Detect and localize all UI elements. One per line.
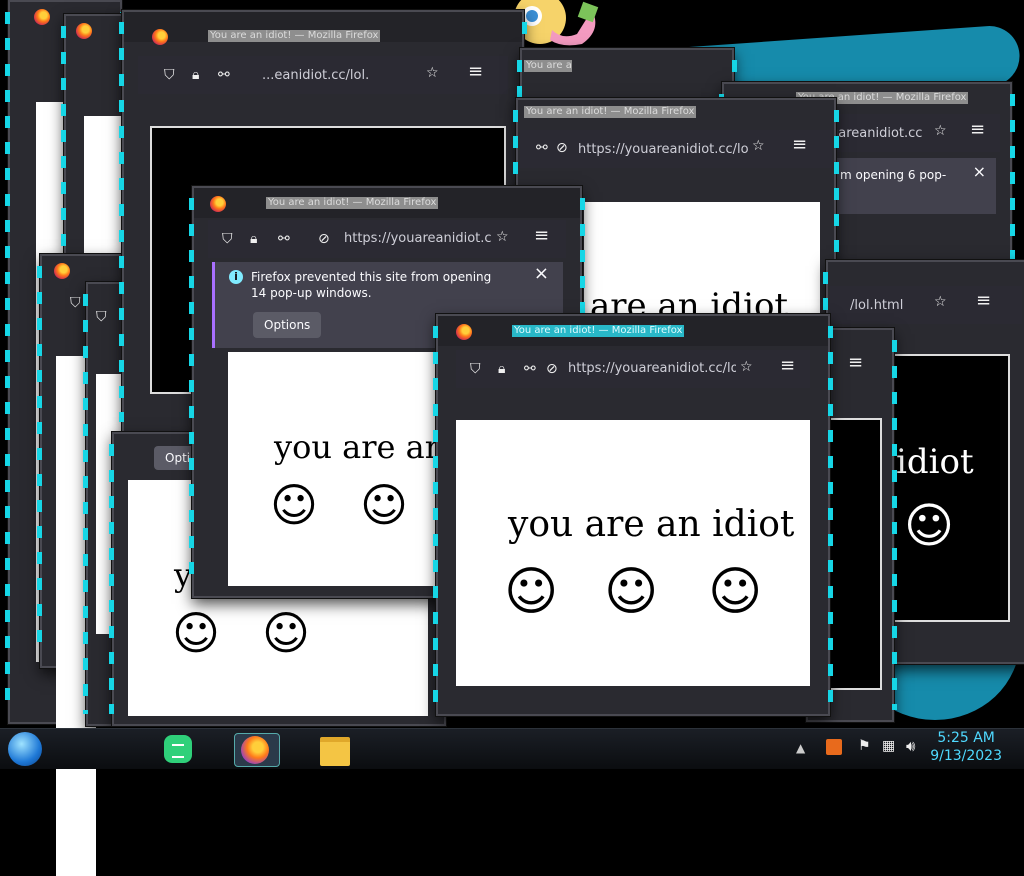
page-content: you are an idiot ☺ ☺ ☺ [456, 420, 810, 686]
network-icon[interactable]: ▦ [882, 738, 895, 754]
permissions-icon[interactable]: ⚯ [536, 141, 548, 155]
start-button[interactable] [8, 732, 42, 766]
nav-bar: ⛉ 🔒︎ ⚯ ...eanidiot.cc/lol. ☆ ≡ [138, 56, 508, 94]
notification-message: m opening 6 pop- [840, 168, 947, 182]
lock-icon[interactable]: 🔒︎ [250, 232, 257, 246]
firefox-icon [152, 29, 168, 45]
smiley-icon: ☺ [360, 478, 408, 532]
nav-bar: ⛉ 🔒︎ ⚯ ⊘ https://youareanidiot.cc/lol. ☆… [456, 350, 810, 388]
url-text[interactable]: /lol.html [850, 298, 920, 313]
menu-icon[interactable]: ≡ [468, 63, 483, 81]
flag-icon[interactable]: ⚑ [858, 738, 871, 754]
firefox-icon [54, 263, 70, 279]
info-icon: i [229, 270, 243, 284]
bookmark-star-icon[interactable]: ☆ [934, 295, 947, 309]
nav-bar: ⚯ ⊘ https://youareanidiot.cc/lol. ☆ ≡ [520, 130, 832, 168]
bookmark-star-icon[interactable]: ☆ [752, 139, 765, 153]
clock[interactable]: 5:25 AM 9/13/2023 [930, 729, 1002, 765]
lock-icon[interactable]: 🔒︎ [498, 362, 505, 376]
nav-bar: ⛉ 🔒︎ ⚯ ⊘ https://youareanidiot.cc ☆ ≡ [208, 220, 566, 258]
taskbar: ▲ ⚑ ▦ 🔊︎ 5:25 AM 9/13/2023 [0, 728, 1024, 769]
page-content: you are an ☺ ☺ [228, 352, 445, 586]
smiley-icon: ☺ [270, 478, 318, 532]
window-title: You are an idiot! — Mozilla Firefox [266, 197, 439, 209]
firefox-icon [76, 23, 92, 39]
bookmark-star-icon[interactable]: ☆ [496, 230, 509, 244]
title-bar[interactable]: You are an idiot! — Mozilla Firefox [194, 188, 580, 218]
menu-icon[interactable]: ≡ [848, 354, 863, 372]
url-text[interactable]: https://youareanidiot.cc/lol. [578, 142, 748, 157]
title-bar[interactable]: You are an idiot! — Mozilla Firefox [124, 12, 522, 45]
notes-lines-icon [172, 744, 184, 758]
notes-app-button[interactable] [162, 733, 196, 765]
close-icon[interactable]: × [534, 265, 549, 283]
url-text[interactable]: https://youareanidiot.cc/lol. [568, 361, 736, 376]
smiley-icon: ☺ [708, 562, 763, 622]
firefox-icon [34, 9, 50, 25]
window-title: You are an idiot! — Mozilla Firefox [208, 30, 381, 42]
nav-bar: uareanidiot.cc ☆ ≡ [824, 114, 1000, 152]
tracking-off-icon[interactable]: ⊘ [556, 141, 568, 155]
url-text[interactable]: uareanidiot.cc [830, 126, 930, 141]
bookmark-star-icon[interactable]: ☆ [426, 66, 439, 80]
bookmark-star-icon[interactable]: ☆ [934, 124, 947, 138]
window-title: You are an idiot! — Mozilla Firefox [524, 106, 697, 118]
menu-icon[interactable]: ≡ [792, 136, 807, 154]
smiley-icon: ☺ [262, 606, 310, 660]
title-bar[interactable]: You are an idiot! — Mozilla Firefox [438, 316, 828, 346]
bookmark-star-icon[interactable]: ☆ [740, 360, 753, 374]
window-title: You are an idiot! — Mozilla Firefox [524, 60, 572, 72]
browser-window-active[interactable]: You are an idiot! — Mozilla Firefox ⛉ 🔒︎… [433, 314, 833, 716]
options-button[interactable]: Options [253, 312, 322, 338]
file-explorer-button[interactable] [318, 733, 352, 766]
idiot-text: you are an idiot [508, 504, 795, 545]
idiot-text: you are an [274, 428, 446, 466]
shield-icon: ⛉ [96, 309, 107, 325]
shield-icon: ⛉ [70, 295, 81, 311]
clock-time: 5:25 AM [937, 730, 995, 746]
menu-icon[interactable]: ≡ [970, 121, 985, 139]
firefox-icon [210, 196, 226, 212]
shield-icon[interactable]: ⛉ [222, 232, 233, 246]
url-text[interactable]: https://youareanidiot.cc [344, 231, 492, 246]
nav-bar: /lol.html ☆ ≡ [830, 286, 1022, 324]
tracking-off-icon[interactable]: ⊘ [546, 362, 558, 376]
volume-icon[interactable]: 🔊︎ [906, 737, 915, 755]
close-icon[interactable]: × [973, 164, 986, 180]
show-hidden-icons[interactable]: ▲ [796, 741, 805, 755]
smiley-icon: ☺ [504, 562, 559, 622]
smiley-icon: ☺ [172, 606, 220, 660]
menu-icon[interactable]: ≡ [534, 227, 549, 245]
shield-icon[interactable]: ⛉ [470, 362, 481, 376]
firefox-icon [241, 736, 269, 764]
firefox-taskbar-button[interactable] [234, 733, 280, 767]
permissions-icon[interactable]: ⚯ [278, 232, 290, 246]
app-tray-icon[interactable] [826, 739, 842, 755]
tracking-off-icon[interactable]: ⊘ [318, 232, 330, 246]
popup-blocked-notification: m opening 6 pop- × [834, 158, 996, 214]
notification-message: Firefox prevented this site from opening… [251, 270, 492, 300]
menu-icon[interactable]: ≡ [976, 292, 991, 310]
url-text[interactable]: ...eanidiot.cc/lol. [262, 68, 422, 83]
menu-icon[interactable]: ≡ [780, 357, 795, 375]
folder-icon [320, 737, 350, 766]
firefox-icon [456, 324, 472, 340]
smiley-icon: ☺ [604, 562, 659, 622]
clock-date: 9/13/2023 [930, 748, 1002, 764]
permissions-icon[interactable]: ⚯ [524, 362, 536, 376]
idiot-text: idiot [896, 442, 974, 482]
permissions-icon[interactable]: ⚯ [218, 68, 230, 82]
smiley-icon: ☺ [904, 498, 955, 554]
page-content: idiot ☺ [888, 354, 1010, 622]
shield-icon[interactable]: ⛉ [164, 68, 175, 82]
lock-icon[interactable]: 🔒︎ [192, 68, 199, 82]
window-title: You are an idiot! — Mozilla Firefox [512, 325, 685, 337]
